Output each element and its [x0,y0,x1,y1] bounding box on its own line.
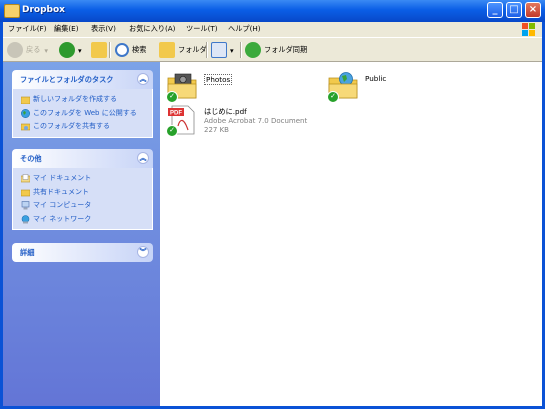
up-folder-button[interactable] [91,41,110,59]
task-label: 新しいフォルダを作成する [33,95,117,103]
task-label: このフォルダを共有する [33,122,110,130]
folder-sync-button[interactable]: フォルダ同期 [245,41,307,59]
back-label: 戻る [26,45,41,54]
windows-logo-icon [522,23,535,36]
file-list: ✓ Photos ✓ Public PDF ✓ はじめに.pdf Adobe A… [160,62,542,406]
forward-button[interactable]: ▾ [59,41,82,59]
file-name: はじめに.pdf [204,107,247,116]
folders-label: フォルダ [178,45,207,54]
place-label: 共有ドキュメント [33,187,89,196]
panel-header[interactable]: その他 ︽ [12,149,153,168]
forward-arrow-icon [59,42,75,58]
task-share-folder[interactable]: このフォルダを共有する [13,120,152,134]
file-type: Adobe Acrobat 7.0 Document [204,117,308,125]
collapse-chevron-icon[interactable]: ︽ [137,152,149,164]
place-my-network[interactable]: マイ ネットワーク [13,213,152,227]
views-icon [211,42,227,58]
place-label: マイ ドキュメント [33,174,92,182]
sync-icon [245,42,261,58]
up-folder-icon [91,42,107,58]
expand-chevron-icon[interactable]: ︾ [137,246,149,258]
menu-bar: ファイル(F) 編集(E) 表示(V) お気に入り(A) ツール(T) ヘルプ(… [3,22,542,37]
task-new-folder[interactable]: 新しいフォルダを作成する [13,93,152,107]
back-button[interactable]: 戻る ▾ [7,41,48,59]
panel-header[interactable]: ファイルとフォルダのタスク ︽ [12,70,153,89]
shared-folder-icon [21,189,30,196]
menu-file[interactable]: ファイル(F) [8,24,47,34]
content-area: ファイルとフォルダのタスク ︽ 新しいフォルダを作成する このフォルダを Web… [3,62,542,406]
file-item-photos[interactable]: ✓ Photos [166,70,286,104]
forward-dropdown-icon: ▾ [78,45,82,55]
file-size: 227 KB [204,126,229,134]
place-my-computer[interactable]: マイ コンピュータ [13,199,152,213]
back-arrow-icon [7,42,23,58]
sync-check-icon: ✓ [327,91,339,103]
views-button[interactable]: ▾ [211,41,234,59]
search-icon [115,43,129,57]
views-dropdown-icon: ▾ [230,45,234,55]
place-shared-documents[interactable]: 共有ドキュメント [13,186,152,200]
task-publish-web[interactable]: このフォルダを Web に公開する [13,107,152,121]
panel-body: 新しいフォルダを作成する このフォルダを Web に公開する このフォルダを共有… [12,89,153,138]
other-places-panel: その他 ︽ マイ ドキュメント 共有ドキュメント マイ コンピュータ マイ ネッ… [12,149,153,230]
menu-favorites[interactable]: お気に入り(A) [129,24,175,34]
file-name: Photos [204,74,233,85]
sync-check-icon: ✓ [166,91,178,103]
panel-title: その他 [20,154,42,163]
panel-title: ファイルとフォルダのタスク [20,75,114,84]
svg-text:PDF: PDF [170,111,182,117]
file-folder-tasks-panel: ファイルとフォルダのタスク ︽ 新しいフォルダを作成する このフォルダを Web… [12,70,153,138]
sync-check-icon: ✓ [166,125,178,137]
folders-button[interactable]: フォルダ [159,41,207,59]
toolbar-separator [240,42,242,58]
folder-sync-label: フォルダ同期 [264,45,308,54]
details-panel: 詳細 ︾ [12,243,153,262]
maximize-button[interactable]: □ [506,2,522,18]
title-bar[interactable]: Dropbox _ □ × [0,0,545,22]
collapse-chevron-icon[interactable]: ︽ [137,73,149,85]
search-button[interactable]: 検索 [115,41,146,59]
menu-edit[interactable]: 編集(E) [54,24,79,34]
panel-title: 詳細 [20,248,35,257]
place-my-documents[interactable]: マイ ドキュメント [13,172,152,186]
folders-icon [159,42,175,58]
my-documents-icon [21,174,30,183]
toolbar-separator [206,42,208,58]
share-folder-icon [21,123,30,131]
menu-view[interactable]: 表示(V) [91,24,116,34]
computer-icon [21,201,30,210]
back-dropdown-icon: ▾ [44,45,48,55]
place-label: マイ ネットワーク [33,214,92,223]
minimize-button[interactable]: _ [487,2,503,18]
globe-icon [21,108,30,118]
search-label: 検索 [132,45,147,54]
file-item-public[interactable]: ✓ Public [327,70,447,104]
folder-icon [4,4,20,18]
task-label: このフォルダを Web に公開する [33,108,137,117]
task-pane: ファイルとフォルダのタスク ︽ 新しいフォルダを作成する このフォルダを Web… [3,62,160,406]
menu-help[interactable]: ヘルプ(H) [228,24,261,34]
close-button[interactable]: × [525,2,541,18]
place-label: マイ コンピュータ [33,201,92,209]
file-item-pdf[interactable]: PDF ✓ はじめに.pdf Adobe Acrobat 7.0 Documen… [166,104,336,140]
panel-body: マイ ドキュメント 共有ドキュメント マイ コンピュータ マイ ネットワーク [12,168,153,230]
window-title: Dropbox [22,5,65,15]
network-icon [21,214,30,223]
new-folder-icon [21,96,30,104]
menu-tools[interactable]: ツール(T) [186,24,218,34]
file-name: Public [365,74,387,83]
toolbar-separator [109,42,111,58]
toolbar: 戻る ▾ ▾ 検索 フォルダ ▾ フォルダ同期 [3,37,542,62]
explorer-window: Dropbox _ □ × ファイル(F) 編集(E) 表示(V) お気に入り(… [0,0,545,409]
panel-header[interactable]: 詳細 ︾ [12,243,153,262]
